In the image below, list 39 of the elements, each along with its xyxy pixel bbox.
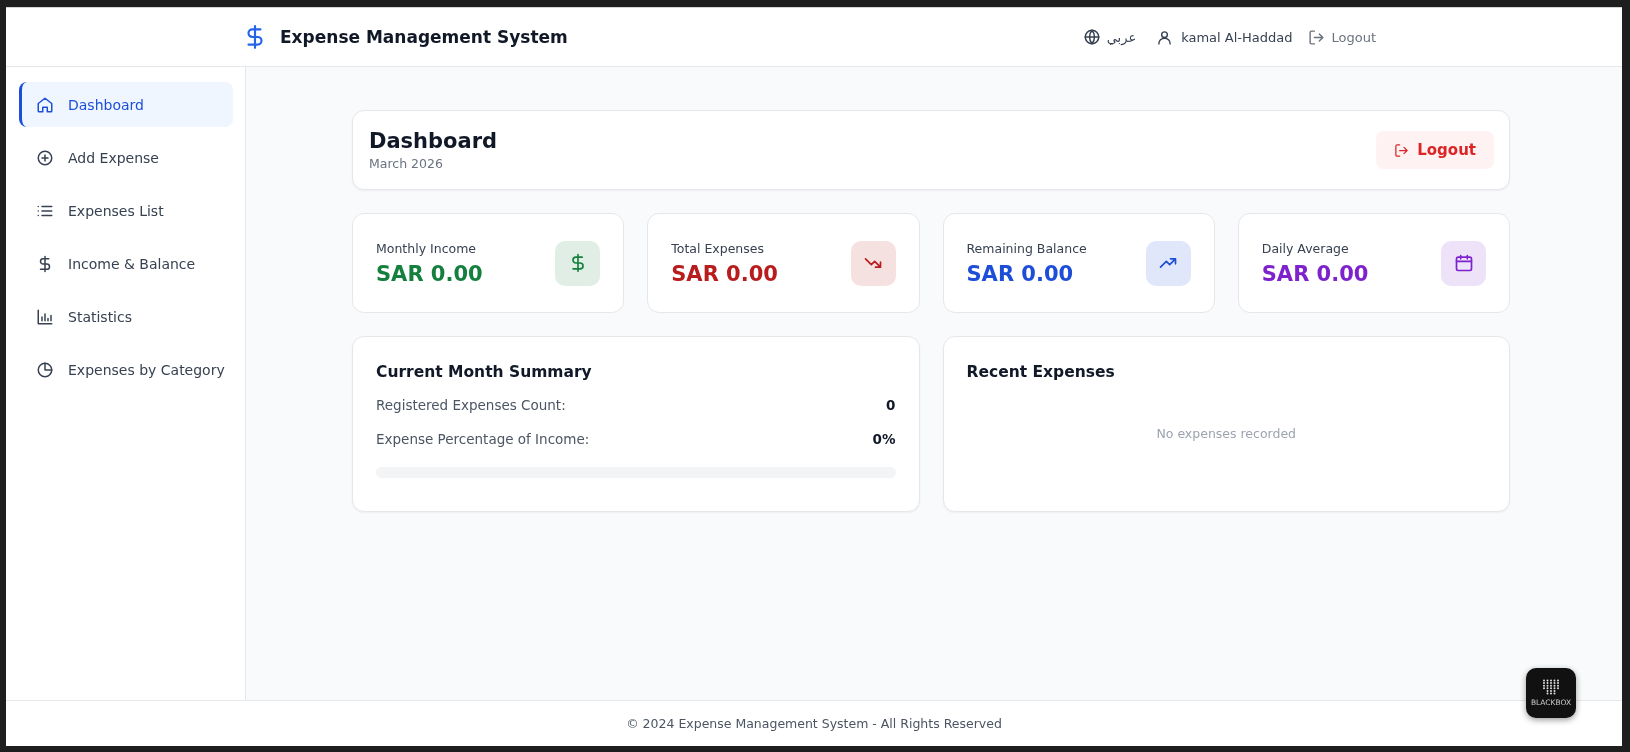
- app-title: Expense Management System: [280, 27, 568, 47]
- sidebar-item[interactable]: Dashboard: [19, 82, 233, 127]
- stat-value: SAR 0.00: [376, 261, 483, 286]
- page-title: Dashboard: [369, 129, 498, 153]
- card-title: Current Month Summary: [376, 363, 593, 381]
- stat-label: Total Expenses: [671, 240, 765, 256]
- globe-icon: [1082, 28, 1101, 46]
- stat-value: SAR 0.00: [966, 261, 1075, 286]
- stat-value: SAR 0.00: [671, 261, 778, 286]
- card-title: Recent Expenses: [966, 363, 1116, 381]
- user-icon: [1156, 28, 1174, 46]
- stat-label: Monthly Income: [376, 240, 478, 256]
- empty-message: No expenses recorded: [1156, 425, 1297, 441]
- logout-link[interactable]: Logout: [1308, 28, 1376, 46]
- user-name: kamal Al-Haddad: [1181, 29, 1293, 45]
- logout-icon: [1394, 142, 1410, 158]
- sidebar-item[interactable]: Expenses List: [19, 188, 233, 233]
- logout-icon: [1308, 28, 1326, 46]
- language-link[interactable]: عربي: [1082, 28, 1137, 46]
- summary-label: Registered Expenses Count:: [376, 397, 566, 413]
- sidebar-item[interactable]: Add Expense: [19, 135, 233, 180]
- summary-value: 0: [886, 397, 896, 413]
- stat-label: Remaining Balance: [966, 240, 1087, 256]
- summary-value: 0%: [872, 431, 896, 447]
- calendar-icon: [1453, 253, 1474, 273]
- summary-label: Expense Percentage of Income:: [376, 431, 590, 447]
- logout-button[interactable]: Logout: [1376, 131, 1494, 169]
- page-subtitle: March 2026: [369, 156, 444, 171]
- sidebar-item[interactable]: Statistics: [19, 294, 233, 339]
- stat-label: Daily Average: [1261, 240, 1350, 256]
- plus-circle-icon: [36, 148, 54, 167]
- pie-chart-icon: [36, 360, 54, 379]
- home-icon: [36, 95, 54, 114]
- sidebar-item[interactable]: Expenses by Category: [19, 347, 233, 392]
- dots-icon: [1542, 679, 1560, 695]
- footer-text: © 2024 Expense Management System - All Rights Reserved: [626, 716, 1002, 731]
- sidebar-item[interactable]: Income & Balance: [19, 241, 233, 286]
- bar-chart-icon: [36, 307, 54, 326]
- stat-value: SAR 0.00: [1261, 261, 1369, 286]
